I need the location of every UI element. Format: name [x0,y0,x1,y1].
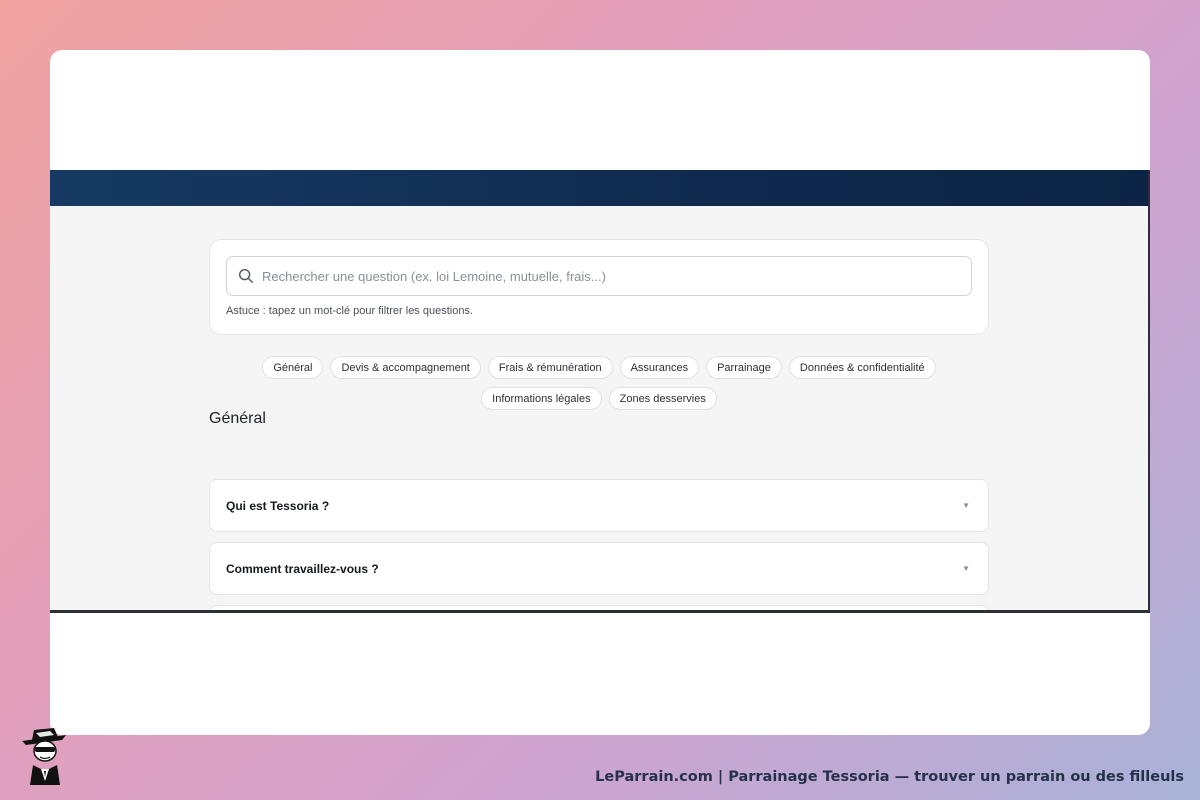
faq-question: Comment travaillez-vous ? [226,561,379,576]
search-panel: Astuce : tapez un mot-clé pour filtrer l… [209,239,989,335]
faq-item-partial[interactable] [209,605,989,610]
top-navbar [50,170,1148,206]
footer-caption: LeParrain.com | Parrainage Tessoria — tr… [595,769,1184,785]
chevron-down-icon: ▼ [962,564,970,573]
chip-devis-accompagnement[interactable]: Devis & accompagnement [330,356,481,379]
chip-general[interactable]: Général [262,356,324,379]
chevron-down-icon: ▼ [962,501,970,510]
section-title: Général [209,410,266,427]
faq-item[interactable]: Qui est Tessoria ? ▼ [209,479,989,532]
page-viewport: Astuce : tapez un mot-clé pour filtrer l… [50,170,1150,613]
chip-assurances[interactable]: Assurances [619,356,700,379]
category-filters: Général Devis & accompagnement Frais & r… [209,356,989,410]
search-hint: Astuce : tapez un mot-clé pour filtrer l… [226,305,474,317]
screenshot-card: Astuce : tapez un mot-clé pour filtrer l… [50,50,1150,735]
faq-item[interactable]: Comment travaillez-vous ? ▼ [209,542,989,595]
faq-question: Qui est Tessoria ? [226,498,330,513]
search-input[interactable] [262,268,971,284]
search-box[interactable] [226,256,972,296]
chip-donnees-confidentialite[interactable]: Données & confidentialité [788,356,936,379]
search-icon [238,268,254,284]
chip-frais-remuneration[interactable]: Frais & rémunération [487,356,613,379]
chip-zones-desservies[interactable]: Zones desservies [608,387,717,410]
mascot-logo [22,728,66,785]
chip-parrainage[interactable]: Parrainage [706,356,782,379]
chip-informations-legales[interactable]: Informations légales [481,387,602,410]
